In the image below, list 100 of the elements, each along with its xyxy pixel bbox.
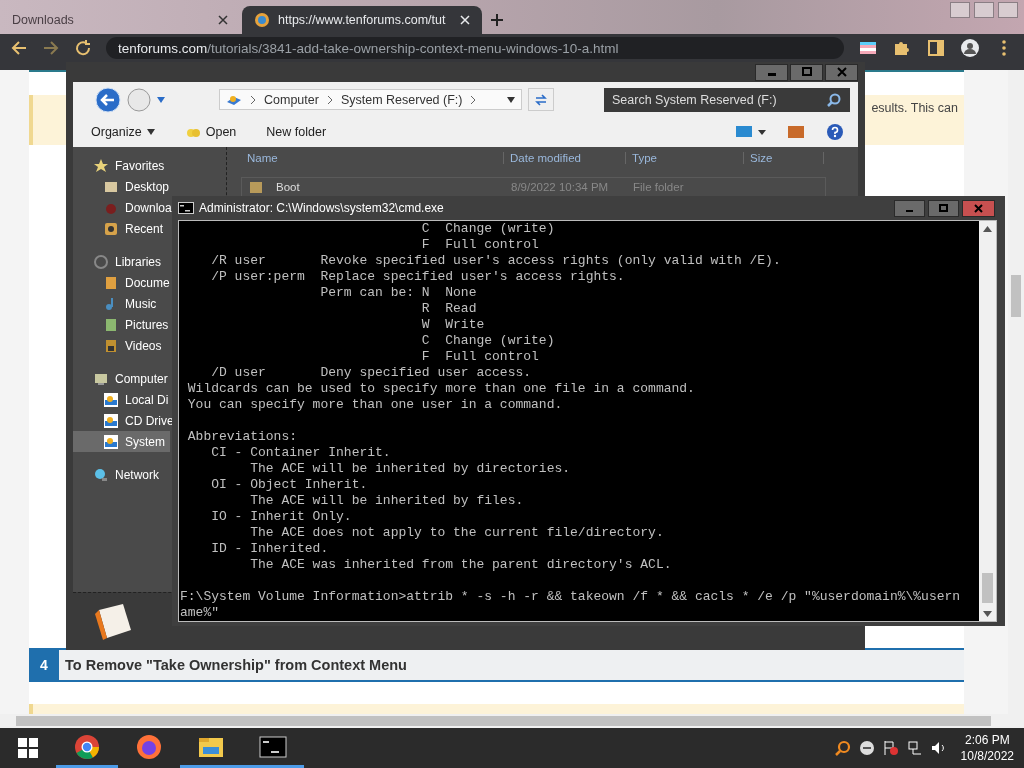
refresh-button[interactable] — [528, 88, 554, 111]
flag-icon[interactable] — [882, 740, 899, 756]
sidebar-icon[interactable] — [926, 38, 946, 58]
clock-date: 10/8/2022 — [960, 748, 1014, 764]
forward-icon[interactable] — [42, 39, 60, 57]
sidebar-item[interactable]: Network — [73, 464, 170, 485]
vertical-scrollbar[interactable] — [1008, 70, 1024, 714]
view-icon[interactable] — [736, 125, 766, 139]
section-number: 4 — [29, 650, 59, 680]
profile-icon[interactable] — [960, 38, 980, 58]
sidebar-item[interactable]: Music — [73, 293, 170, 314]
browser-tab[interactable]: https://www.tenforums.com/tut — [242, 6, 482, 34]
search-icon[interactable] — [826, 91, 842, 108]
column-header[interactable]: Size — [744, 152, 824, 164]
close-icon — [973, 203, 984, 213]
close-button[interactable] — [825, 63, 858, 81]
sidebar-item[interactable]: Downloa — [73, 197, 170, 218]
drive-icon — [103, 412, 119, 429]
column-header[interactable]: Type — [626, 152, 744, 164]
network-icon[interactable] — [906, 740, 923, 756]
recent-icon — [103, 220, 119, 237]
console-line: /R user Revoke specified user's access rights (only valid with /E). — [210, 253, 782, 269]
console-line: OI - Object Inherit. — [210, 477, 369, 493]
network-icon — [93, 466, 109, 483]
pictures-icon — [103, 316, 119, 333]
volume-icon[interactable] — [930, 740, 947, 756]
scrollbar-thumb[interactable] — [1011, 275, 1021, 317]
address-bar[interactable]: Computer System Reserved (F:) — [219, 89, 522, 110]
console-line: You can specify more than one user in a command. — [186, 397, 564, 413]
drive-icon — [103, 391, 119, 408]
reload-icon[interactable] — [74, 39, 92, 57]
windows-start-icon[interactable] — [18, 738, 38, 758]
toolbar-button[interactable]: Open — [184, 124, 251, 140]
maximize-button[interactable] — [928, 199, 959, 217]
caret-icon[interactable] — [507, 96, 515, 103]
horizontal-scrollbar[interactable] — [0, 714, 1024, 728]
back-icon[interactable] — [10, 39, 28, 57]
breadcrumb-item[interactable]: System Reserved (F:) — [340, 92, 463, 107]
sidebar-item[interactable]: System — [73, 431, 170, 452]
scrollbar-thumb[interactable] — [16, 716, 991, 726]
sidebar-item[interactable]: Recent — [73, 218, 170, 239]
search-icon[interactable] — [834, 740, 851, 756]
console-icon — [178, 202, 194, 214]
column-header[interactable]: Name — [241, 152, 504, 164]
console-line: Abbreviations: — [186, 429, 299, 445]
sidebar-item[interactable]: Pictures — [73, 314, 170, 335]
sidebar-item[interactable]: Desktop — [73, 176, 170, 197]
console-line: F:\System Volume Information>attrib * -s -h -r && takeown /f * && cacls * /e /p "%userdomain%\%usern — [180, 589, 962, 605]
chrome-logo-icon — [73, 732, 101, 761]
sidebar-item[interactable]: Computer — [73, 368, 170, 389]
chevron-icon — [250, 95, 256, 104]
sidebar-item[interactable]: Videos — [73, 335, 170, 356]
sidebar-item[interactable]: Libraries — [73, 251, 170, 272]
caret-icon — [146, 129, 155, 135]
console-line: The ACE was inherited from the parent directory's ACL. — [249, 557, 673, 573]
console-line: R Read — [420, 301, 478, 317]
organize-menu[interactable]: Organize — [91, 125, 169, 139]
documents-icon — [103, 274, 119, 291]
sidebar-item[interactable]: Favorites — [73, 155, 170, 176]
toolbar-button[interactable]: New folder — [266, 125, 341, 139]
console-line: The ACE will be inherited by files. — [249, 493, 525, 509]
console-line: W Write — [420, 317, 486, 333]
close-button[interactable] — [962, 199, 995, 217]
scrollbar-thumb[interactable] — [982, 573, 993, 603]
console-line: C Change (write) — [420, 333, 556, 349]
maximize-button[interactable] — [790, 63, 823, 81]
window-title: Administrator: C:\Windows\system32\cmd.exe — [199, 201, 444, 215]
column-header[interactable]: Date modified — [504, 152, 626, 164]
folder-icon — [248, 179, 264, 195]
browser-tab[interactable]: Downloads — [0, 6, 240, 34]
scroll-up-icon[interactable] — [983, 226, 992, 232]
console-line: CI - Container Inherit. — [210, 445, 392, 461]
back-icon[interactable] — [95, 86, 121, 113]
new-tab-icon[interactable] — [490, 13, 504, 27]
console-line: F Full control — [420, 237, 540, 253]
maximize-icon — [800, 67, 813, 77]
console-line: /P user:perm Replace specified user's access rights. — [210, 269, 626, 285]
console-line: /D user Deny specified user access. — [210, 365, 533, 381]
console-line: ID - Inherited. — [210, 541, 330, 557]
search-field[interactable]: Search System Reserved (F:) — [604, 87, 850, 112]
note-text: esults. This can — [871, 101, 958, 115]
minimize-button[interactable] — [894, 199, 925, 217]
file-name: Boot — [275, 181, 300, 193]
minimize-button[interactable] — [755, 63, 788, 81]
console-line: C Change (write) — [420, 221, 556, 237]
help-icon[interactable] — [826, 123, 844, 141]
address-bar[interactable]: tenforums.com/tutorials/3841-add-take-ownership-context-menu-windows-10-a.html — [106, 37, 844, 59]
breadcrumb-item[interactable]: Computer — [264, 92, 319, 107]
file-date: 8/9/2022 10:34 PM — [510, 181, 610, 193]
drive-icon — [103, 433, 119, 450]
console-line: Wildcards can be used to specify more than one file in a command. — [186, 381, 696, 397]
close-icon[interactable] — [218, 15, 228, 25]
console-line: Perm can be: N None — [319, 285, 478, 301]
firefox-logo-icon — [135, 732, 163, 761]
console-line: The ACE will be inherited by directories. — [249, 461, 572, 477]
scroll-down-icon[interactable] — [983, 611, 992, 617]
sidebar-item[interactable]: Local Di — [73, 389, 170, 410]
sidebar-item[interactable]: Docume — [73, 272, 170, 293]
clock[interactable]: 2:06 PM 10/8/2022 — [960, 732, 1014, 764]
vertical-scrollbar[interactable] — [979, 221, 996, 621]
